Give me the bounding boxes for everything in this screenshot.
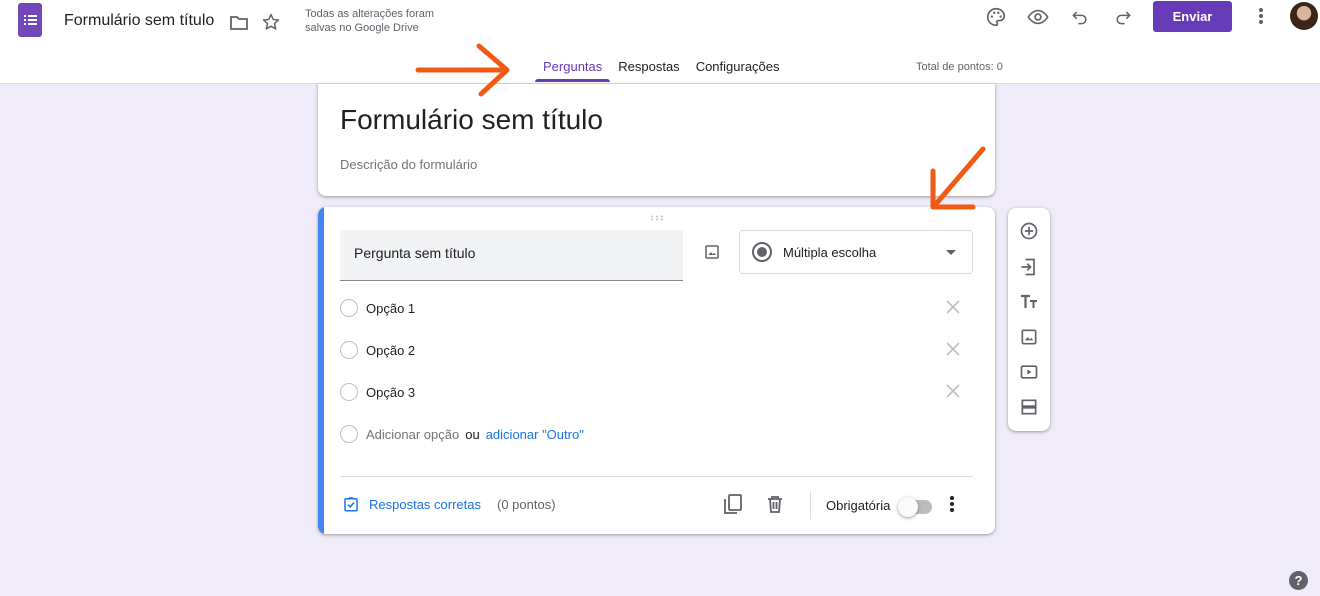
question-card[interactable]: Pergunta sem título Múltipla escolha Opç… — [318, 207, 995, 534]
add-video-icon[interactable] — [1017, 360, 1041, 384]
tab-responses[interactable]: Respostas — [610, 52, 687, 82]
required-toggle[interactable] — [898, 497, 932, 517]
or-text: ou — [465, 426, 480, 442]
eye-icon[interactable] — [1026, 5, 1050, 29]
required-label: Obrigatória — [826, 498, 891, 513]
save-status: Todas as alterações foram salvas no Goog… — [305, 8, 435, 34]
add-section-icon[interactable] — [1017, 395, 1041, 419]
form-description[interactable]: Descrição do formulário — [340, 157, 477, 172]
top-bar: Formulário sem título Todas as alteraçõe… — [0, 0, 1320, 84]
document-title[interactable]: Formulário sem título — [64, 12, 214, 30]
option-label[interactable]: Opção 1 — [366, 301, 415, 316]
folder-icon[interactable] — [228, 12, 250, 34]
more-vert-icon[interactable] — [1250, 5, 1272, 27]
forms-logo-icon[interactable] — [18, 3, 42, 37]
remove-option-icon[interactable] — [944, 298, 962, 316]
tab-questions[interactable]: Perguntas — [535, 52, 611, 82]
option-row[interactable]: Opção 1 — [340, 296, 968, 320]
question-type-label: Múltipla escolha — [783, 244, 877, 260]
answer-key-button[interactable]: Respostas corretas (0 pontos) — [342, 495, 556, 513]
radio-button-icon — [752, 242, 772, 262]
floating-toolbar — [1008, 208, 1050, 431]
undo-icon[interactable] — [1068, 5, 1092, 29]
add-image-icon[interactable] — [700, 240, 724, 264]
import-questions-icon[interactable] — [1017, 255, 1041, 279]
tab-settings[interactable]: Configurações — [688, 52, 788, 82]
add-other-link[interactable]: adicionar "Outro" — [486, 427, 584, 442]
total-points: Total de pontos: 0 — [916, 61, 1003, 73]
dropdown-arrow-icon — [946, 250, 956, 255]
form-title[interactable]: Formulário sem título — [340, 104, 603, 136]
question-type-select[interactable]: Múltipla escolha — [739, 230, 973, 274]
add-question-icon[interactable] — [1017, 219, 1041, 243]
option-label[interactable]: Opção 3 — [366, 385, 415, 400]
active-question-bar — [318, 207, 324, 534]
radio-placeholder-icon — [340, 425, 358, 443]
palette-icon[interactable] — [984, 5, 1008, 29]
option-row[interactable]: Opção 3 — [340, 380, 968, 404]
star-icon[interactable] — [260, 11, 282, 33]
radio-placeholder-icon — [340, 341, 358, 359]
question-title-input[interactable]: Pergunta sem título — [340, 230, 683, 281]
question-footer-divider — [340, 476, 973, 477]
drag-handle-icon[interactable] — [650, 215, 664, 221]
more-vert-icon[interactable] — [940, 492, 964, 516]
form-header-card[interactable]: Formulário sem título Descrição do formu… — [318, 84, 995, 196]
radio-placeholder-icon — [340, 299, 358, 317]
footer-separator — [810, 491, 811, 519]
remove-option-icon[interactable] — [944, 340, 962, 358]
answer-key-icon — [344, 497, 358, 512]
avatar[interactable] — [1290, 2, 1318, 30]
redo-icon[interactable] — [1111, 5, 1135, 29]
add-image-icon[interactable] — [1017, 325, 1041, 349]
remove-option-icon[interactable] — [944, 382, 962, 400]
form-tabs: Perguntas Respostas Configurações — [535, 52, 788, 84]
answer-key-label[interactable]: Respostas corretas — [369, 497, 481, 512]
radio-placeholder-icon — [340, 383, 358, 401]
help-icon[interactable]: ? — [1289, 571, 1308, 590]
add-option-button[interactable]: Adicionar opção — [366, 427, 459, 442]
option-label[interactable]: Opção 2 — [366, 343, 415, 358]
add-title-icon[interactable] — [1017, 290, 1041, 314]
points-value: (0 pontos) — [497, 496, 556, 512]
add-option-row: Adicionar opção ou adicionar "Outro" — [340, 422, 968, 446]
option-row[interactable]: Opção 2 — [340, 338, 968, 362]
duplicate-icon[interactable] — [721, 492, 745, 516]
send-button[interactable]: Enviar — [1153, 1, 1232, 32]
trash-icon[interactable] — [763, 492, 787, 516]
